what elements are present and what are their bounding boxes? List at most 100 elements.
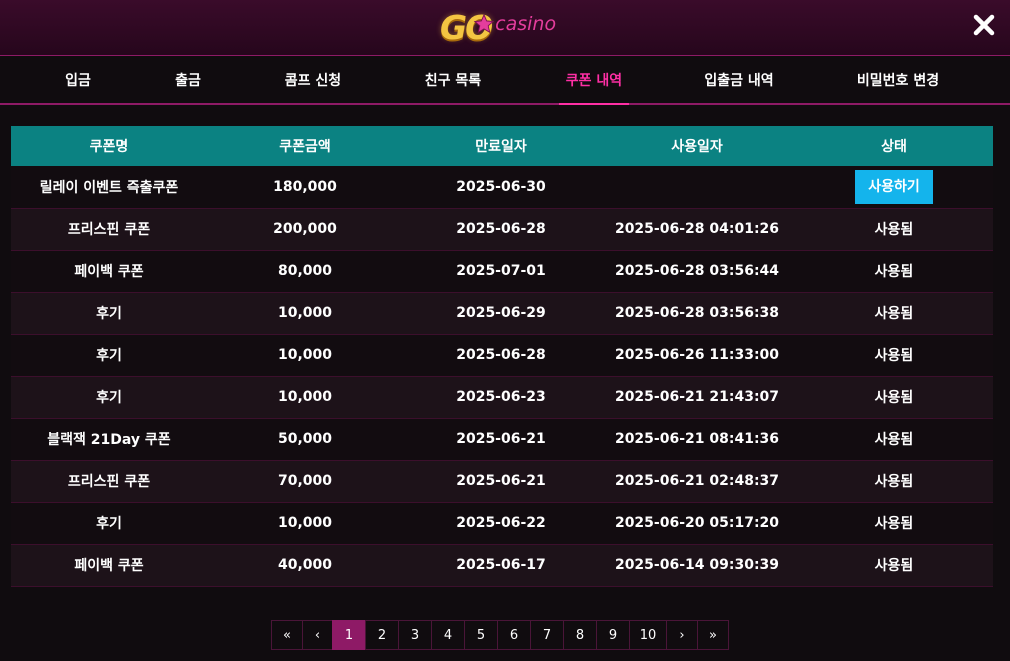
go-casino-logo: GO casino bbox=[440, 7, 556, 47]
expiry-date-cell: 2025-06-23 bbox=[456, 389, 546, 405]
coupon-name-cell: 후기 bbox=[96, 306, 122, 322]
used-date-cell: 2025-06-21 02:48:37 bbox=[614, 473, 780, 489]
status-cell: 사용됨 bbox=[874, 558, 914, 574]
used-date-cell: 2025-06-28 04:01:26 bbox=[614, 221, 780, 237]
page-button[interactable]: 10 bbox=[629, 620, 667, 650]
coupon-table: 쿠폰명 쿠폰금액 만료일자 사용일자 상태 릴레이 이벤트 즉출쿠폰 180,00… bbox=[11, 126, 993, 587]
table-row: 후기 10,000 2025-06-28 2025-06-26 11:33:00 사용됨 bbox=[11, 334, 993, 376]
page-button[interactable]: 7 bbox=[530, 620, 564, 650]
tab-change-password[interactable]: 비밀번호 변경 bbox=[850, 56, 946, 105]
used-date-cell: 2025-06-20 05:17:20 bbox=[614, 515, 780, 531]
header-status: 상태 bbox=[881, 139, 907, 155]
coupon-name-cell: 후기 bbox=[96, 516, 122, 532]
status-cell: 사용하기 bbox=[795, 166, 993, 208]
tab-coupon-history[interactable]: 쿠폰 내역 bbox=[559, 56, 629, 105]
prev-page-button[interactable]: ‹ bbox=[302, 620, 333, 650]
used-date-cell: 2025-06-26 11:33:00 bbox=[614, 347, 780, 363]
tab-withdraw[interactable]: 출금 bbox=[168, 56, 208, 105]
next-page-button[interactable]: › bbox=[666, 620, 698, 650]
last-page-button[interactable]: » bbox=[697, 620, 729, 650]
table-row: 후기 10,000 2025-06-23 2025-06-21 21:43:07 사용됨 bbox=[11, 376, 993, 418]
expiry-date-cell: 2025-06-29 bbox=[456, 305, 546, 321]
table-row: 프리스핀 쿠폰 70,000 2025-06-21 2025-06-21 02:48:… bbox=[11, 460, 993, 502]
status-cell: 사용됨 bbox=[874, 516, 914, 532]
table-row: 후기 10,000 2025-06-29 2025-06-28 03:56:38 사용됨 bbox=[11, 292, 993, 334]
status-cell: 사용됨 bbox=[874, 264, 914, 280]
used-date-cell: 2025-06-21 08:41:36 bbox=[614, 431, 780, 447]
status-cell: 사용됨 bbox=[874, 432, 914, 448]
page-button[interactable]: 4 bbox=[431, 620, 465, 650]
coupon-amount-cell: 10,000 bbox=[277, 389, 333, 405]
close-icon bbox=[973, 14, 995, 36]
table-row: 페이백 쿠폰 80,000 2025-07-01 2025-06-28 03:56:4… bbox=[11, 250, 993, 292]
page-button[interactable]: 6 bbox=[497, 620, 531, 650]
status-cell: 사용됨 bbox=[874, 348, 914, 364]
expiry-date-cell: 2025-06-28 bbox=[456, 221, 546, 237]
tab-deposit[interactable]: 입금 bbox=[58, 56, 98, 105]
expiry-date-cell: 2025-06-30 bbox=[456, 178, 546, 195]
header-used-date: 사용일자 bbox=[671, 139, 723, 155]
logo-casino-text: casino bbox=[495, 13, 557, 35]
used-date-cell: 2025-06-14 09:30:39 bbox=[614, 557, 780, 573]
status-cell: 사용됨 bbox=[874, 390, 914, 406]
page-button[interactable]: 5 bbox=[464, 620, 498, 650]
coupon-name-cell: 후기 bbox=[96, 390, 122, 406]
coupon-name-cell: 릴레이 이벤트 즉출쿠폰 bbox=[39, 179, 179, 196]
table-header-row: 쿠폰명 쿠폰금액 만료일자 사용일자 상태 bbox=[11, 126, 993, 166]
coupon-history-modal: GO casino 입금 출금 콤프 신청 친구 목록 쿠폰 내역 입출금 내역… bbox=[0, 0, 1010, 661]
coupon-name-cell: 블랙잭 21Day 쿠폰 bbox=[47, 432, 171, 448]
coupon-name-cell: 프리스핀 쿠폰 bbox=[67, 222, 151, 238]
page-button[interactable]: 1 bbox=[332, 620, 366, 650]
table-row: 프리스핀 쿠폰 200,000 2025-06-28 2025-06-28 04:01… bbox=[11, 208, 993, 250]
coupon-amount-cell: 70,000 bbox=[277, 473, 333, 489]
coupon-name-cell: 페이백 쿠폰 bbox=[74, 264, 144, 280]
header-expiry-date: 만료일자 bbox=[475, 139, 527, 155]
used-date-cell: 2025-06-28 03:56:38 bbox=[614, 305, 780, 321]
page-button[interactable]: 8 bbox=[563, 620, 597, 650]
star-icon bbox=[473, 13, 495, 34]
header-coupon-name: 쿠폰명 bbox=[89, 139, 129, 155]
tab-friend-list[interactable]: 친구 목록 bbox=[418, 56, 488, 105]
first-page-button[interactable]: « bbox=[271, 620, 303, 650]
status-cell: 사용됨 bbox=[874, 474, 914, 490]
coupon-amount-cell: 10,000 bbox=[277, 347, 333, 363]
tab-bar: 입금 출금 콤프 신청 친구 목록 쿠폰 내역 입출금 내역 비밀번호 변경 bbox=[0, 56, 1010, 105]
table-row: 릴레이 이벤트 즉출쿠폰 180,000 2025-06-30 사용하기 bbox=[11, 166, 993, 208]
table-row: 블랙잭 21Day 쿠폰 50,000 2025-06-21 2025-06-21 0… bbox=[11, 418, 993, 460]
used-date-cell bbox=[599, 166, 795, 208]
expiry-date-cell: 2025-06-21 bbox=[456, 473, 546, 489]
status-cell: 사용됨 bbox=[874, 306, 914, 322]
expiry-date-cell: 2025-06-21 bbox=[456, 431, 546, 447]
pagination: «‹ 1 2 3 4 5 6 7 8 9 10 ›» bbox=[271, 620, 729, 650]
modal-header: GO casino bbox=[0, 0, 1010, 56]
close-button[interactable] bbox=[971, 12, 997, 38]
expiry-date-cell: 2025-07-01 bbox=[456, 263, 546, 279]
used-date-cell: 2025-06-28 03:56:44 bbox=[614, 263, 780, 279]
expiry-date-cell: 2025-06-17 bbox=[456, 557, 546, 573]
coupon-amount-cell: 200,000 bbox=[273, 221, 337, 237]
use-coupon-button[interactable]: 사용하기 bbox=[855, 169, 933, 204]
table-row: 후기 10,000 2025-06-22 2025-06-20 05:17:20 사용됨 bbox=[11, 502, 993, 544]
page-button[interactable]: 3 bbox=[398, 620, 432, 650]
coupon-amount-cell: 180,000 bbox=[273, 178, 337, 195]
coupon-table-container: 쿠폰명 쿠폰금액 만료일자 사용일자 상태 릴레이 이벤트 즉출쿠폰 180,00… bbox=[11, 126, 993, 587]
tab-comp-request[interactable]: 콤프 신청 bbox=[278, 56, 348, 105]
expiry-date-cell: 2025-06-28 bbox=[456, 347, 546, 363]
coupon-amount-cell: 10,000 bbox=[277, 305, 333, 321]
coupon-name-cell: 프리스핀 쿠폰 bbox=[67, 474, 151, 490]
used-date-cell: 2025-06-21 21:43:07 bbox=[614, 389, 780, 405]
tab-transaction-history[interactable]: 입출금 내역 bbox=[697, 56, 781, 105]
expiry-date-cell: 2025-06-22 bbox=[456, 515, 546, 531]
status-cell: 사용됨 bbox=[874, 222, 914, 238]
header-coupon-amount: 쿠폰금액 bbox=[279, 139, 331, 155]
coupon-amount-cell: 10,000 bbox=[277, 515, 333, 531]
coupon-name-cell: 페이백 쿠폰 bbox=[74, 558, 144, 574]
coupon-name-cell: 후기 bbox=[96, 348, 122, 364]
table-body: 릴레이 이벤트 즉출쿠폰 180,000 2025-06-30 사용하기프리스핀 쿠폰… bbox=[11, 166, 993, 586]
page-button[interactable]: 2 bbox=[365, 620, 399, 650]
coupon-amount-cell: 80,000 bbox=[277, 263, 333, 279]
page-button[interactable]: 9 bbox=[596, 620, 630, 650]
coupon-amount-cell: 50,000 bbox=[277, 431, 333, 447]
table-row: 페이백 쿠폰 40,000 2025-06-17 2025-06-14 09:30:3… bbox=[11, 544, 993, 586]
coupon-amount-cell: 40,000 bbox=[277, 557, 333, 573]
